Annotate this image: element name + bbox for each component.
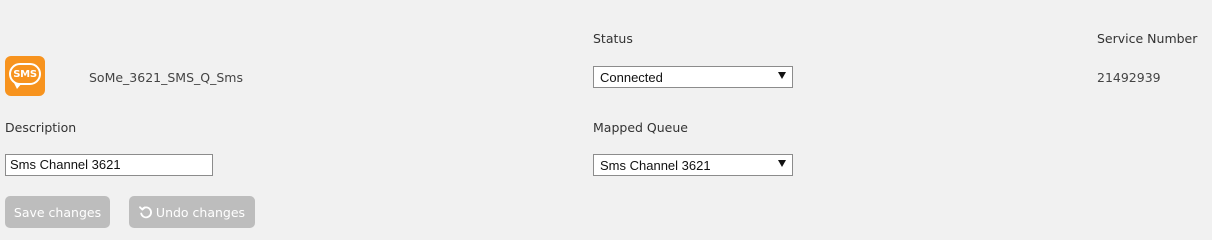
undo-changes-label: Undo changes [155, 204, 246, 220]
save-changes-label: Save changes [13, 204, 102, 220]
status-select[interactable]: Connected [593, 66, 793, 88]
service-number-label: Service Number [1097, 31, 1198, 46]
service-number-value: 21492939 [1097, 70, 1161, 85]
mapped-queue-label: Mapped Queue [593, 120, 688, 135]
sms-chat-icon: SMS [5, 56, 45, 96]
save-changes-button[interactable]: Save changes [5, 196, 110, 228]
channel-settings-panel: SMS SoMe_3621_SMS_Q_Sms Status Connected… [0, 0, 1212, 237]
chevron-down-icon [778, 72, 786, 79]
mapped-queue-select[interactable]: Sms Channel 3621 [593, 154, 793, 176]
channel-name: SoMe_3621_SMS_Q_Sms [89, 70, 243, 85]
status-select-value: Connected [600, 69, 663, 85]
undo-icon [139, 205, 153, 219]
mapped-queue-select-value: Sms Channel 3621 [600, 157, 711, 173]
status-label: Status [593, 31, 633, 46]
sms-icon-text: SMS [13, 68, 37, 80]
description-input[interactable]: Sms Channel 3621 [5, 154, 213, 176]
chevron-down-icon [778, 160, 786, 167]
description-label: Description [5, 120, 77, 135]
undo-changes-button[interactable]: Undo changes [129, 196, 255, 228]
